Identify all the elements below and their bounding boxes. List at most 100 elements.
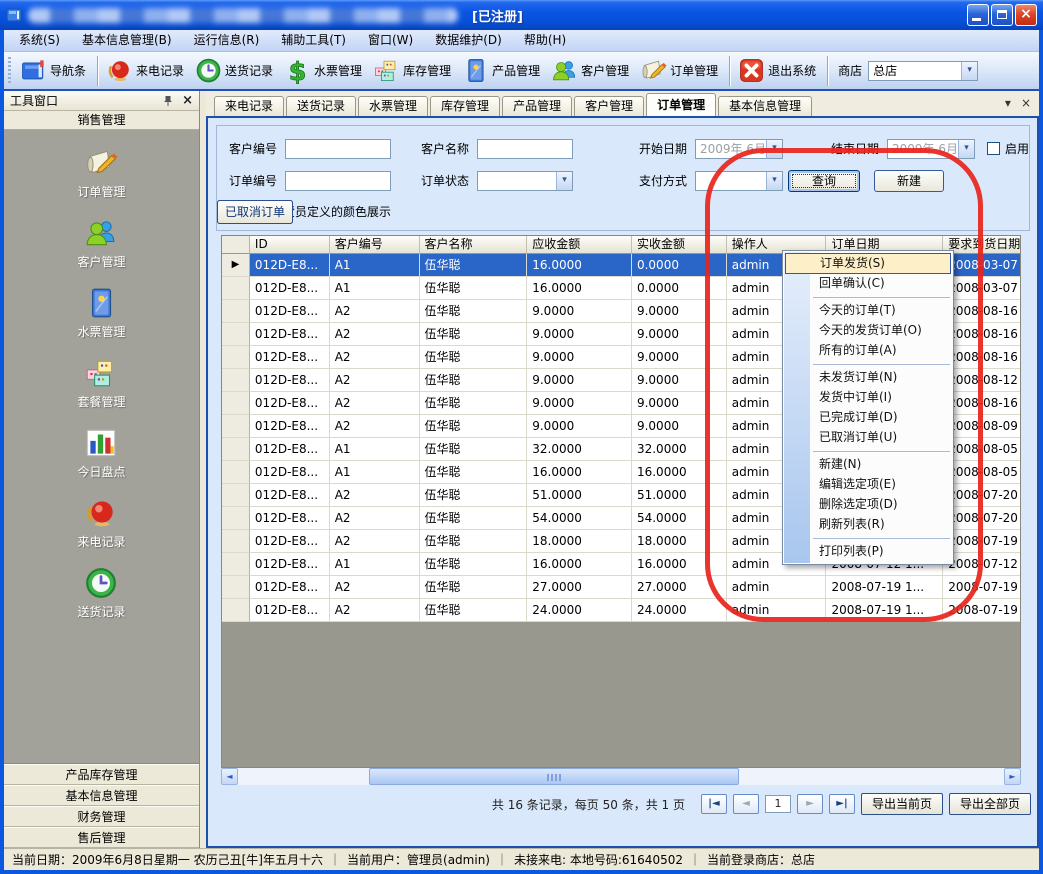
order-status-filter-button[interactable]: 已取消订单 (217, 200, 293, 224)
horizontal-scrollbar[interactable]: ◄ ► (221, 768, 1021, 785)
first-page-button[interactable]: |◄ (701, 794, 727, 814)
close-icon[interactable]: × (182, 95, 193, 107)
chevron-down-icon[interactable]: ▾ (958, 140, 974, 158)
cell-receivable: 9.0000 (527, 323, 632, 346)
context-menu-item[interactable]: 删除选定项(D) (783, 495, 953, 515)
context-menu-item[interactable]: 已取消订单(U) (783, 428, 953, 448)
toolbar-button[interactable]: 送货记录 (191, 55, 280, 87)
sidebar-item[interactable]: 今日盘点 (77, 426, 125, 480)
chevron-down-icon[interactable]: ▾ (766, 140, 782, 158)
sidebar-item[interactable]: 客户管理 (77, 216, 125, 270)
context-menu-item[interactable]: 发货中订单(I) (783, 388, 953, 408)
scrollbar-thumb[interactable] (369, 768, 739, 785)
sidebar-item[interactable]: 水票管理 (77, 286, 125, 340)
toolbar-button[interactable]: 库存管理 (369, 55, 458, 87)
scrollbar-track[interactable] (238, 768, 1004, 785)
sidebar-item[interactable]: 来电记录 (77, 496, 125, 550)
column-header[interactable]: ID (250, 236, 330, 254)
context-menu-item[interactable]: 打印列表(P) (783, 542, 953, 562)
next-page-button[interactable]: ► (797, 794, 823, 814)
toolbar-grip[interactable] (6, 57, 13, 85)
chevron-down-icon[interactable]: ▾ (766, 172, 782, 190)
toolbar-button[interactable]: 退出系统 (734, 55, 823, 87)
toolbar-button[interactable]: 导航条 (16, 55, 93, 87)
context-menu-item[interactable]: 未发货订单(N) (783, 368, 953, 388)
chevron-down-icon[interactable]: ▾ (1005, 97, 1011, 109)
column-header[interactable]: 应收金额 (527, 236, 632, 254)
tab[interactable]: 来电记录 (214, 96, 284, 116)
context-menu-item[interactable]: 回单确认(C) (783, 274, 953, 294)
page-number-input[interactable]: 1 (765, 795, 791, 813)
column-header[interactable]: 客户名称 (420, 236, 528, 254)
toolbar-button[interactable]: 来电记录 (102, 55, 191, 87)
scroll-right-icon[interactable]: ► (1004, 768, 1021, 785)
menu-item[interactable]: 数据维护(D) (424, 30, 513, 51)
table-row[interactable]: 012D-E8... A2 伍华聪 27.0000 27.0000 admin … (222, 576, 1020, 599)
tab[interactable]: 送货记录 (286, 96, 356, 116)
menu-item[interactable]: 帮助(H) (513, 30, 577, 51)
scroll-left-icon[interactable]: ◄ (221, 768, 238, 785)
export-all-pages-button[interactable]: 导出全部页 (949, 793, 1031, 815)
cell-receivable: 27.0000 (527, 576, 632, 599)
sidebar-item[interactable]: 订单管理 (77, 146, 125, 200)
cell-required-date: 2008-08-05 2... (943, 438, 1020, 461)
new-button[interactable]: 新建 (874, 170, 944, 192)
menu-item[interactable]: 窗口(W) (357, 30, 424, 51)
order-status-select[interactable]: ▾ (477, 171, 573, 191)
tab[interactable]: 基本信息管理 (718, 96, 812, 116)
toolbar-button[interactable]: 产品管理 (458, 55, 547, 87)
maximize-button[interactable] (991, 4, 1013, 26)
tab[interactable]: 产品管理 (502, 96, 572, 116)
customer-name-input[interactable] (477, 139, 573, 159)
sidebar-group-button[interactable]: 财务管理 (4, 806, 199, 827)
end-date-picker[interactable]: 2009年 6月 8日▾ (887, 139, 975, 159)
close-button[interactable]: × (1015, 4, 1037, 26)
context-menu-item[interactable]: 订单发货(S) (785, 253, 951, 274)
prev-page-button[interactable]: ◄ (733, 794, 759, 814)
tab[interactable]: 订单管理 (646, 93, 716, 116)
context-menu-item[interactable]: 已完成订单(D) (783, 408, 953, 428)
sidebar-item[interactable]: 送货记录 (77, 566, 125, 620)
sidebar-item[interactable]: 套餐管理 (77, 356, 125, 410)
menu-item[interactable]: 系统(S) (8, 30, 71, 51)
order-no-label: 订单编号 (229, 170, 277, 192)
context-menu-item[interactable]: 今天的发货订单(O) (783, 321, 953, 341)
context-menu-item[interactable]: 今天的订单(T) (783, 301, 953, 321)
sidebar-group-button[interactable]: 基本信息管理 (4, 785, 199, 806)
cell-customer-name: 伍华聪 (420, 300, 528, 323)
query-button[interactable]: 查询 (788, 170, 860, 192)
context-menu-item[interactable]: 编辑选定项(E) (783, 475, 953, 495)
menu-item[interactable]: 辅助工具(T) (270, 30, 357, 51)
tab[interactable]: 库存管理 (430, 96, 500, 116)
enable-checkbox[interactable] (987, 142, 1000, 155)
tab[interactable]: 水票管理 (358, 96, 428, 116)
context-menu-item[interactable]: 所有的订单(A) (783, 341, 953, 361)
toolbar-button[interactable]: 客户管理 (547, 55, 636, 87)
pay-method-select[interactable]: ▾ (695, 171, 783, 191)
chevron-down-icon[interactable]: ▾ (556, 172, 572, 190)
toolbar-button[interactable]: 订单管理 (636, 55, 725, 87)
cell-id: 012D-E8... (250, 254, 330, 277)
menu-item[interactable]: 基本信息管理(B) (71, 30, 183, 51)
close-icon[interactable]: × (1021, 97, 1031, 109)
column-header[interactable]: 客户编号 (330, 236, 420, 254)
column-header[interactable]: 要求到货日期 (943, 236, 1020, 254)
menu-item[interactable]: 运行信息(R) (183, 30, 271, 51)
chevron-down-icon[interactable]: ▾ (961, 62, 977, 80)
table-row[interactable]: 012D-E8... A2 伍华聪 24.0000 24.0000 admin … (222, 599, 1020, 622)
minimize-button[interactable] (967, 4, 989, 26)
export-current-page-button[interactable]: 导出当前页 (861, 793, 943, 815)
sidebar-group-button[interactable]: 产品库存管理 (4, 764, 199, 785)
shop-select[interactable]: 总店 ▾ (868, 61, 978, 81)
customer-no-input[interactable] (285, 139, 391, 159)
last-page-button[interactable]: ►| (829, 794, 855, 814)
sidebar-group-button[interactable]: 售后管理 (4, 827, 199, 848)
pin-icon[interactable] (162, 95, 174, 107)
start-date-picker[interactable]: 2009年 6月 8日▾ (695, 139, 783, 159)
context-menu-item[interactable]: 新建(N) (783, 455, 953, 475)
toolbar-button[interactable]: 水票管理 (280, 55, 369, 87)
column-header[interactable]: 实收金额 (632, 236, 727, 254)
context-menu-item[interactable]: 刷新列表(R) (783, 515, 953, 535)
order-no-input[interactable] (285, 171, 391, 191)
tab[interactable]: 客户管理 (574, 96, 644, 116)
